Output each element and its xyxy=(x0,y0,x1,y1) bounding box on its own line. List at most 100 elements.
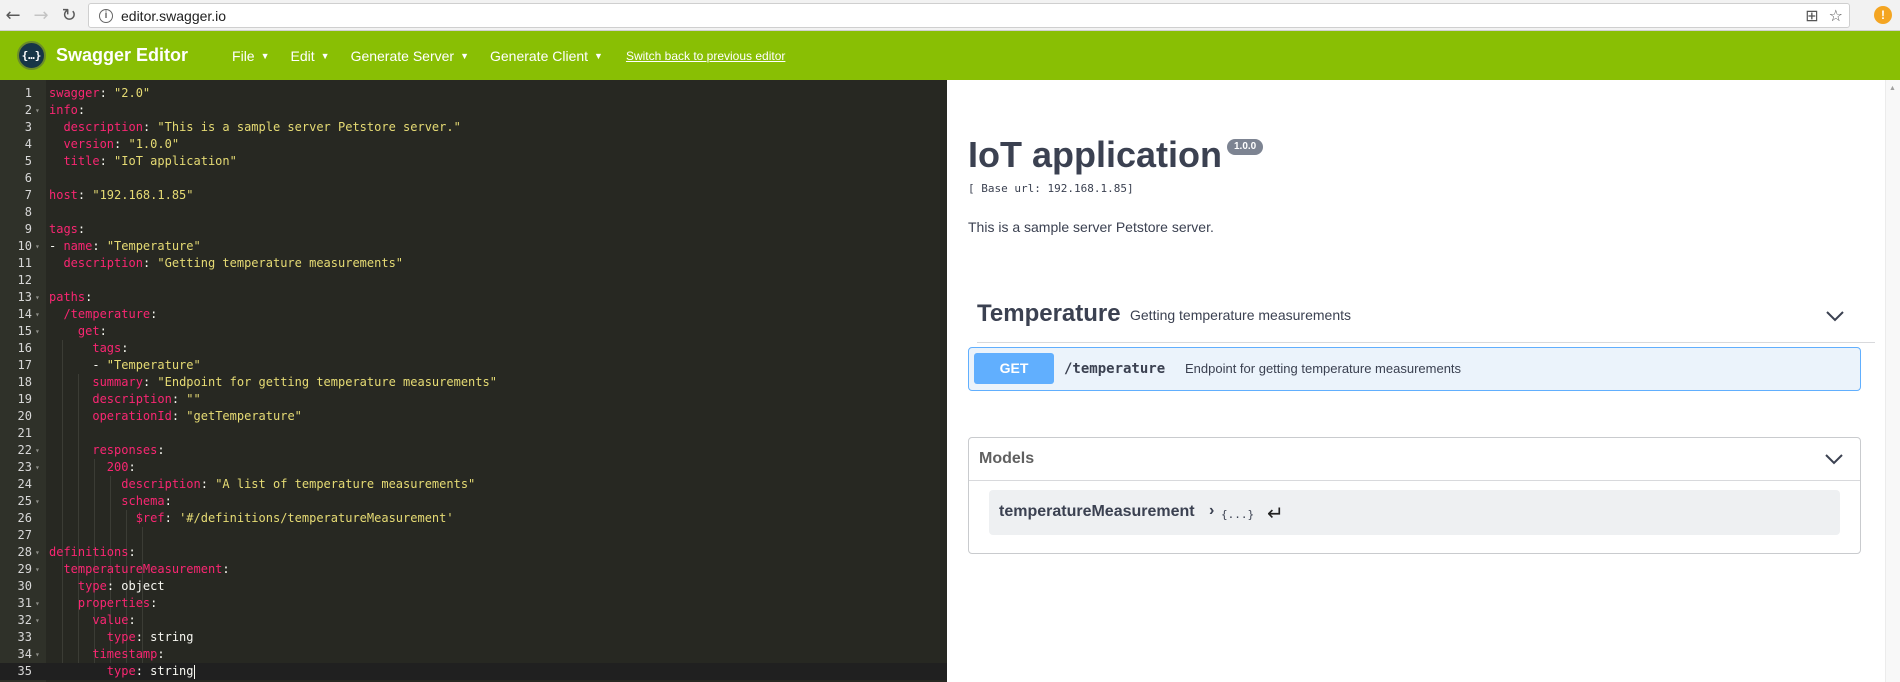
menu-file[interactable]: File ▼ xyxy=(232,48,269,64)
code-text: paths: xyxy=(49,290,93,304)
fold-toggle-icon[interactable]: ▾ xyxy=(35,561,40,578)
code-line[interactable]: 6 xyxy=(0,170,947,187)
code-text: version: "1.0.0" xyxy=(63,137,180,151)
code-line[interactable]: 12 xyxy=(0,272,947,289)
code-line[interactable]: 28 ▾ definitions: xyxy=(0,544,947,561)
code-line[interactable]: 20 operationId: "getTemperature" xyxy=(0,408,947,425)
caret-down-icon: ▼ xyxy=(260,50,270,61)
code-text: description: "A list of temperature meas… xyxy=(121,477,476,491)
code-line[interactable]: 33 type: string xyxy=(0,629,947,646)
fold-toggle-icon[interactable]: ▾ xyxy=(35,289,40,306)
line-number: 32 xyxy=(17,613,32,627)
code-line[interactable]: 18 summary: "Endpoint for getting temper… xyxy=(0,374,947,391)
line-number: 12 xyxy=(17,273,32,287)
line-number: 34 xyxy=(17,647,32,661)
code-line[interactable]: 16 tags: xyxy=(0,340,947,357)
swagger-logo[interactable]: {…} Swagger Editor xyxy=(17,41,188,70)
code-line[interactable]: 27 xyxy=(0,527,947,544)
code-text: type: string xyxy=(106,630,194,644)
code-line[interactable]: 13 ▾ paths: xyxy=(0,289,947,306)
fold-toggle-icon[interactable]: ▾ xyxy=(35,646,40,663)
fold-toggle-icon[interactable]: ▾ xyxy=(35,493,40,510)
code-line[interactable]: 2 ▾ info: xyxy=(0,102,947,119)
code-line[interactable]: 19 description: "" xyxy=(0,391,947,408)
tag-description: Getting temperature measurements xyxy=(1130,307,1351,323)
back-arrow-icon[interactable]: ← xyxy=(0,2,26,28)
line-number: 8 xyxy=(24,205,32,219)
code-line[interactable]: 26 $ref: '#/definitions/temperatureMeasu… xyxy=(0,510,947,527)
yaml-editor[interactable]: 1 swagger: "2.0" 2 ▾ info: 3 description: "Th… xyxy=(0,80,947,682)
code-line[interactable]: 30 type: object xyxy=(0,578,947,595)
models-header[interactable]: Models xyxy=(969,438,1860,481)
fold-toggle-icon[interactable]: ▾ xyxy=(35,544,40,561)
code-text: description: "This is a sample server Pe… xyxy=(63,120,461,134)
line-number: 4 xyxy=(24,137,32,151)
fold-toggle-icon[interactable]: ▾ xyxy=(35,306,40,323)
code-line[interactable]: 29 ▾ temperatureMeasurement: xyxy=(0,561,947,578)
code-line[interactable]: 34 ▾ timestamp: xyxy=(0,646,947,663)
operation-get-temperature[interactable]: GET /temperature Endpoint for getting te… xyxy=(968,347,1861,391)
code-line[interactable]: 21 xyxy=(0,425,947,442)
menu-generate-server[interactable]: Generate Server ▼ xyxy=(351,48,469,64)
menu-edit[interactable]: Edit ▼ xyxy=(291,48,330,64)
preview-scrollbar[interactable]: ▲ xyxy=(1885,80,1900,682)
code-line[interactable]: 11 description: "Getting temperature mea… xyxy=(0,255,947,272)
code-text: /temperature: xyxy=(63,307,158,321)
code-line[interactable]: 4 version: "1.0.0" xyxy=(0,136,947,153)
models-title: Models xyxy=(979,450,1035,467)
code-line[interactable]: 14 ▾ /temperature: xyxy=(0,306,947,323)
code-line[interactable]: 5 title: "IoT application" xyxy=(0,153,947,170)
fold-toggle-icon[interactable]: ▾ xyxy=(35,238,40,255)
line-number: 10 xyxy=(17,239,32,253)
line-number: 1 xyxy=(24,86,32,100)
bookmark-star-icon[interactable]: ☆ xyxy=(1829,6,1843,25)
line-number: 13 xyxy=(17,290,32,304)
code-line[interactable]: 7 host: "192.168.1.85" xyxy=(0,187,947,204)
line-number: 6 xyxy=(24,171,32,185)
fold-toggle-icon[interactable]: ▾ xyxy=(35,323,40,340)
code-text: get: xyxy=(77,324,107,338)
fold-toggle-icon[interactable]: ▾ xyxy=(35,459,40,476)
return-arrow-icon: ↵ xyxy=(1267,501,1284,525)
translate-icon[interactable]: ⊞ xyxy=(1805,6,1818,25)
model-temperature-measurement[interactable]: temperatureMeasurement › {...} ↵ xyxy=(989,490,1840,535)
code-line[interactable]: 31 ▾ properties: xyxy=(0,595,947,612)
address-bar[interactable]: i editor.swagger.io ⊞ ☆ xyxy=(88,3,1850,28)
code-line[interactable]: 10 ▾ - name: "Temperature" xyxy=(0,238,947,255)
code-line[interactable]: 1 swagger: "2.0" xyxy=(0,85,947,102)
reload-icon[interactable]: ↻ xyxy=(56,2,82,28)
code-line[interactable]: 23 ▾ 200: xyxy=(0,459,947,476)
code-line[interactable]: 8 xyxy=(0,204,947,221)
line-number: 23 xyxy=(17,460,32,474)
menu-edit-label: Edit xyxy=(290,47,315,64)
scroll-up-icon[interactable]: ▲ xyxy=(1889,85,1896,92)
menu-generate-client[interactable]: Generate Client ▼ xyxy=(490,48,603,64)
code-line[interactable]: 35 type: string xyxy=(0,663,947,680)
code-line[interactable]: 32 ▾ value: xyxy=(0,612,947,629)
forward-arrow-icon[interactable]: → xyxy=(28,2,54,28)
fold-toggle-icon[interactable]: ▾ xyxy=(35,102,40,119)
line-number: 27 xyxy=(17,528,32,542)
expand-arrow-icon[interactable]: › xyxy=(1209,502,1214,520)
code-line[interactable]: 24 description: "A list of temperature m… xyxy=(0,476,947,493)
fold-toggle-icon[interactable]: ▾ xyxy=(35,612,40,629)
version-badge: 1.0.0 xyxy=(1227,139,1264,155)
tag-temperature[interactable]: Temperature Getting temperature measurem… xyxy=(977,300,1875,343)
extension-warning-icon[interactable]: ! xyxy=(1874,6,1892,24)
code-text: tags: xyxy=(92,341,129,355)
code-line[interactable]: 22 ▾ responses: xyxy=(0,442,947,459)
line-number: 14 xyxy=(17,307,32,321)
site-info-icon[interactable]: i xyxy=(99,8,113,23)
code-line[interactable]: 3 description: "This is a sample server … xyxy=(0,119,947,136)
chevron-down-icon[interactable] xyxy=(1825,306,1845,326)
fold-toggle-icon[interactable]: ▾ xyxy=(35,595,40,612)
code-line[interactable]: 15 ▾ get: xyxy=(0,323,947,340)
chevron-down-icon[interactable] xyxy=(1824,449,1844,469)
switch-editor-link[interactable]: Switch back to previous editor xyxy=(626,49,785,63)
code-line[interactable]: 17 - "Temperature" xyxy=(0,357,947,374)
code-line[interactable]: 25 ▾ schema: xyxy=(0,493,947,510)
line-number: 15 xyxy=(17,324,32,338)
code-line[interactable]: 9 tags: xyxy=(0,221,947,238)
base-url: [ Base url: 192.168.1.85] xyxy=(968,182,1134,195)
fold-toggle-icon[interactable]: ▾ xyxy=(35,442,40,459)
